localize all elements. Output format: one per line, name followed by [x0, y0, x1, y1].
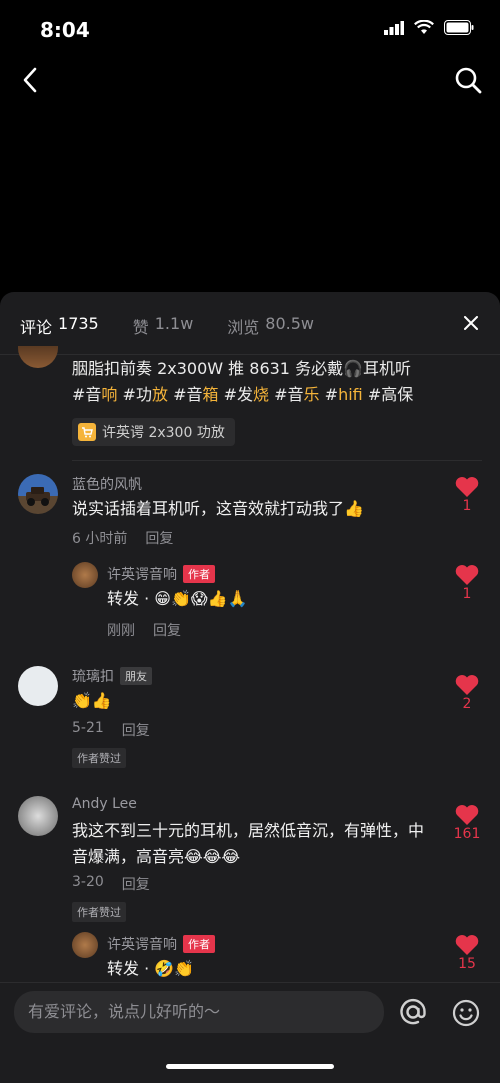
like-count: 15 — [458, 956, 476, 972]
product-link[interactable]: 许英谔 2x300 功放 — [72, 418, 235, 446]
comment-author[interactable]: 许英谔音响 作者 — [107, 934, 215, 954]
reply-button[interactable]: 回复 — [122, 874, 150, 894]
reply-button[interactable]: 回复 — [153, 620, 181, 640]
author-liked-tag: 作者赞过 — [72, 902, 126, 922]
back-button[interactable] — [14, 64, 46, 96]
author-liked-tag: 作者赞过 — [72, 748, 126, 768]
reply-button[interactable]: 回复 — [122, 720, 150, 740]
comment-time: 5-21 — [72, 720, 104, 736]
like-button[interactable]: 1 — [452, 564, 482, 602]
at-icon — [400, 998, 426, 1025]
comment-time: 6 小时前 — [72, 531, 128, 547]
search-icon — [455, 67, 482, 94]
avatar[interactable] — [72, 932, 98, 958]
comment-text: 我这不到三十元的耳机，居然低音沉，有弹性，中音爆满，高音亮😂😂😂 — [72, 821, 425, 866]
heart-icon — [455, 805, 479, 825]
post-author-avatar[interactable] — [18, 346, 58, 368]
mention-button[interactable] — [398, 997, 428, 1034]
signal-icon — [384, 20, 404, 35]
comment-author[interactable]: 蓝色的风帆 — [72, 474, 142, 494]
post-caption-text: 胭脂扣前奏 2x300W 推 8631 务必戴🎧耳机听 — [72, 359, 411, 378]
sheet-header: 评论 1735 赞 1.1w 浏览 80.5w — [0, 292, 500, 355]
heart-icon — [455, 477, 479, 497]
cart-icon — [78, 423, 96, 441]
like-button[interactable]: 2 — [452, 674, 482, 712]
hashtag[interactable]: #高保 — [368, 385, 413, 404]
avatar[interactable] — [18, 666, 58, 706]
like-button[interactable]: 161 — [452, 804, 482, 842]
home-indicator[interactable] — [166, 1064, 334, 1069]
comment-time: 3-20 — [72, 874, 104, 890]
comment-meta: 刚刚 回复 — [107, 620, 181, 640]
comment-time: 刚刚 — [107, 623, 135, 639]
like-button[interactable]: 15 — [452, 934, 482, 972]
hashtag[interactable]: #音乐 — [274, 385, 319, 404]
status-icons — [384, 20, 474, 35]
smiley-icon — [452, 999, 480, 1027]
post-caption: 胭脂扣前奏 2x300W 推 8631 务必戴🎧耳机听 #音响 #功放 #音箱 … — [72, 356, 472, 408]
like-button[interactable]: 1 — [452, 476, 482, 514]
comment-meta: 6 小时前 回复 — [72, 528, 173, 548]
car-icon — [26, 487, 50, 506]
like-count: 1 — [462, 586, 472, 602]
status-bar: 8:04 — [0, 0, 500, 60]
tab-comments[interactable]: 评论 1735 — [20, 314, 99, 338]
comment-text: 说实话插着耳机听，这音效就打动我了👍 — [72, 499, 364, 518]
comment-meta: 5-21 回复 — [72, 720, 150, 740]
top-nav — [0, 60, 500, 104]
comment-sheet: 评论 1735 赞 1.1w 浏览 80.5w 胭脂扣前奏 2x300W 推 8631… — [0, 292, 500, 1082]
author-badge: 作者 — [183, 565, 215, 583]
emoji-button[interactable] — [452, 999, 480, 1031]
status-time: 8:04 — [40, 18, 90, 42]
hashtag[interactable]: #hifi — [325, 385, 363, 404]
close-button[interactable] — [460, 312, 482, 334]
comment-author[interactable]: 许英谔音响 作者 — [107, 564, 215, 584]
avatar[interactable] — [18, 474, 58, 514]
heart-icon — [455, 935, 479, 955]
comment-author[interactable]: Andy Lee — [72, 796, 137, 812]
comment-text: 转发 · 😁👏😱👍🙏 — [107, 589, 248, 608]
friend-badge: 朋友 — [120, 667, 152, 685]
hashtag[interactable]: #功放 — [123, 385, 168, 404]
tab-likes[interactable]: 赞 1.1w — [133, 314, 194, 338]
author-badge: 作者 — [183, 935, 215, 953]
comment-text: 👏👍 — [72, 691, 112, 710]
close-icon — [464, 316, 478, 330]
avatar[interactable] — [72, 562, 98, 588]
like-count: 1 — [462, 498, 472, 514]
hashtag[interactable]: #音响 — [72, 385, 117, 404]
reply-button[interactable]: 回复 — [145, 528, 173, 548]
avatar[interactable] — [18, 796, 58, 836]
like-count: 2 — [462, 696, 472, 712]
comment-tabs: 评论 1735 赞 1.1w 浏览 80.5w — [20, 314, 314, 338]
battery-icon — [444, 20, 474, 35]
comment-meta: 3-20 回复 — [72, 874, 150, 894]
heart-icon — [455, 565, 479, 585]
hashtag[interactable]: #发烧 — [224, 385, 269, 404]
search-button[interactable] — [452, 64, 484, 96]
heart-icon — [455, 675, 479, 695]
hashtag[interactable]: #音箱 — [173, 385, 218, 404]
post-tags: #音响 #功放 #音箱 #发烧 #音乐 #hifi #高保 — [72, 382, 472, 408]
chevron-left-icon — [23, 67, 37, 93]
comment-input[interactable]: 有爱评论，说点儿好听的～ — [14, 991, 384, 1033]
divider — [72, 460, 482, 461]
tab-views[interactable]: 浏览 80.5w — [227, 314, 314, 338]
comment-text: 转发 · 🤣👏 — [107, 959, 195, 978]
like-count: 161 — [453, 826, 481, 842]
comment-author[interactable]: 琉璃扣 朋友 — [72, 666, 152, 686]
wifi-icon — [414, 20, 434, 34]
product-label: 许英谔 2x300 功放 — [102, 425, 225, 441]
